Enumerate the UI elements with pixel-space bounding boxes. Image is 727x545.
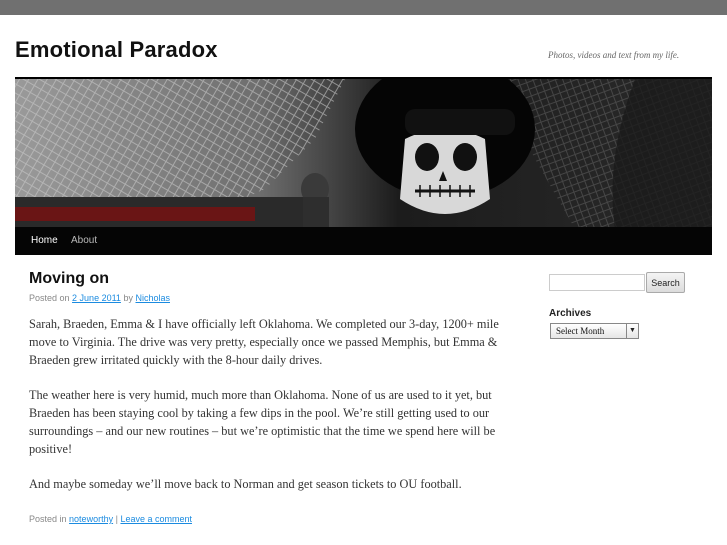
archives-select-value: Select Month: [556, 326, 605, 336]
site-title[interactable]: Emotional Paradox: [15, 37, 218, 63]
header-image: [15, 77, 712, 229]
post-footer-meta: Posted in noteworthy | Leave a comment: [29, 514, 192, 524]
nav-item-home[interactable]: Home: [31, 235, 58, 246]
post-paragraph: Sarah, Braeden, Emma & I have officially…: [29, 317, 499, 367]
author-link[interactable]: Nicholas: [135, 293, 170, 303]
archives-select[interactable]: Select Month ▼: [550, 323, 639, 339]
main-navigation: Home About: [15, 227, 712, 255]
by-label: by: [123, 293, 133, 303]
leave-comment-link[interactable]: Leave a comment: [120, 514, 192, 524]
nav-item-about[interactable]: About: [71, 235, 97, 246]
posted-in-label: Posted in: [29, 514, 67, 524]
post-meta: Posted on 2 June 2011 by Nicholas: [29, 293, 170, 303]
post-title[interactable]: Moving on: [29, 270, 109, 288]
archives-heading: Archives: [549, 308, 592, 319]
top-bar: [0, 0, 727, 15]
post-paragraph: And maybe someday we’ll move back to Nor…: [29, 477, 462, 491]
post-paragraph: The weather here is very humid, much mor…: [29, 388, 496, 456]
dropdown-arrow-icon[interactable]: ▼: [626, 324, 638, 338]
meta-separator: |: [115, 514, 118, 524]
site-description: Photos, videos and text from my life.: [548, 50, 680, 60]
search-input[interactable]: [549, 274, 645, 291]
posted-on-label: Posted on: [29, 293, 70, 303]
post-date-link[interactable]: 2 June 2011: [72, 293, 121, 303]
search-button[interactable]: Search: [646, 272, 685, 293]
post-content: Sarah, Braeden, Emma & I have officially…: [29, 315, 509, 510]
category-link[interactable]: noteworthy: [69, 514, 113, 524]
